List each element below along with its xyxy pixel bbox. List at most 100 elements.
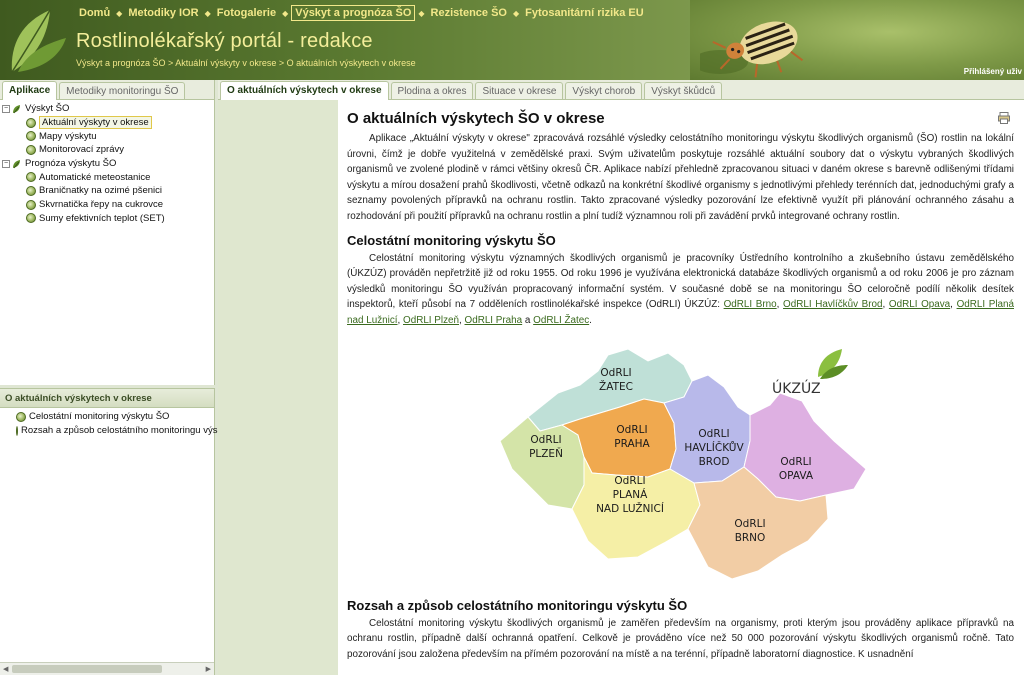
plant-folder-icon [13, 159, 20, 168]
plant-folder-icon [13, 104, 20, 114]
section-item-label: Rozsah a způsob celostátního monitoringu… [21, 425, 218, 437]
svg-text:NAD LUŽNICÍ: NAD LUŽNICÍ [596, 502, 664, 515]
separator: , [397, 314, 401, 326]
separator: , [459, 314, 462, 326]
nav-separator-icon: ◆ [418, 8, 425, 18]
nav-separator-icon: ◆ [116, 8, 123, 18]
link-odrli-havlickuv-brod[interactable]: OdRLI Havlíčkův Brod [783, 299, 882, 310]
section-heading-rozsah: Rozsah a způsob celostátního monitoringu… [347, 597, 688, 613]
applications-panel: Aplikace Metodiky monitoringu ŠO − Výskyt… [0, 80, 215, 385]
content-tab-4[interactable]: Výskyt škůdců [644, 82, 723, 99]
nav-link-5[interactable]: Fytosanitární rizika EU [522, 6, 647, 20]
tree-item-label: Automatické meteostanice [39, 171, 151, 183]
nav-link-2[interactable]: Fotogalerie [214, 6, 279, 20]
section-heading-monitoring: Celostátní monitoring výskytu ŠO [347, 232, 556, 248]
tree-leaf-icon [26, 144, 36, 155]
content-tab-2[interactable]: Situace v okrese [475, 82, 564, 99]
horizontal-scrollbar[interactable]: ◀ ▶ [0, 662, 214, 675]
content-area: O aktuálních výskytech ŠO v okrese Aplik… [218, 100, 1024, 675]
application-tree: − Výskyt ŠO Aktuální výskyty v okrese Mapy … [0, 100, 214, 225]
section-item-celostatni[interactable]: Celostátní monitoring výskytu ŠO [2, 410, 214, 424]
nav-link-3[interactable]: Výskyt a prognóza ŠO [291, 5, 416, 21]
tree-leaf-icon [26, 185, 36, 196]
page-title: Rostlinolékařský portál - redakce [76, 30, 373, 52]
tree-item-7[interactable]: Skvrnatička řepy na cukrovce [2, 198, 214, 212]
svg-text:OdRLI: OdRLI [616, 424, 647, 436]
tree-leaf-icon [26, 117, 36, 128]
section-panel-title: O aktuálních výskytech v okrese [0, 389, 214, 408]
tab-aplikace[interactable]: Aplikace [2, 81, 58, 100]
colorado-beetle-icon [700, 21, 804, 78]
tree-item-label: Skvrnatička řepy na cukrovce [39, 199, 164, 211]
period: . [589, 314, 592, 326]
svg-text:BRNO: BRNO [735, 532, 766, 544]
nav-link-4[interactable]: Rezistence ŠO [428, 6, 510, 20]
section-item-label: Celostátní monitoring výskytu ŠO [29, 411, 170, 423]
tree-item-label: Braničnatky na ozimé pšenici [39, 185, 163, 197]
separator: , [882, 299, 886, 311]
nav-link-1[interactable]: Metodiky IOR [125, 6, 201, 20]
tree-item-1[interactable]: Aktuální výskyty v okrese [2, 116, 214, 130]
breadcrumb: Výskyt a prognóza ŠO > Aktuální výskyty … [76, 58, 416, 68]
scroll-left-icon[interactable]: ◀ [3, 665, 8, 673]
section-item-rozsah[interactable]: Rozsah a způsob celostátního monitoringu… [2, 424, 218, 438]
link-odrli-praha[interactable]: OdRLI Praha [465, 315, 523, 326]
section-tree: Celostátní monitoring výskytu ŠO Rozsah … [0, 408, 218, 438]
nav-separator-icon: ◆ [512, 8, 520, 18]
svg-text:OPAVA: OPAVA [779, 470, 814, 482]
tree-item-5[interactable]: Automatické meteostanice [2, 170, 214, 184]
link-odrli-brno[interactable]: OdRLI Brno [724, 299, 777, 310]
ukzuz-logo-icon: ÚKZÚZ [772, 348, 848, 397]
print-icon[interactable] [998, 112, 1010, 124]
svg-text:OdRLI: OdRLI [780, 456, 811, 468]
tab-metodiky-monitoringu[interactable]: Metodiky monitoringu ŠO [59, 82, 186, 99]
svg-text:OdRLI: OdRLI [600, 367, 631, 379]
svg-text:OdRLI: OdRLI [614, 475, 645, 487]
separator: , [776, 299, 780, 311]
tree-leaf-icon [26, 172, 36, 183]
czech-map-svg: OdRLI ŽATEC OdRLI PRAHA OdRLI PLZEŇ OdRL… [499, 347, 867, 580]
content-tab-0[interactable]: O aktuálních výskytech v okrese [220, 81, 389, 100]
scrollbar-thumb[interactable] [12, 665, 162, 673]
monitoring-paragraph: Celostátní monitoring výskytu významných… [347, 251, 1014, 329]
rozsah-paragraph: Celostátní monitoring výskytu škodlivých… [347, 617, 1014, 660]
portal-header: Domů ◆ Metodiky IOR ◆ Fotogalerie ◆ Výskyt a p… [0, 0, 1024, 80]
tree-item-label: Mapy výskytu [39, 130, 97, 142]
tree-item-2[interactable]: Mapy výskytu [2, 129, 214, 143]
link-odrli-plzen[interactable]: OdRLI Plzeň [403, 315, 459, 326]
section-navigation-panel: O aktuálních výskytech v okrese Celostát… [0, 388, 218, 675]
tree-item-3[interactable]: Monitorovací zprávy [2, 143, 214, 157]
svg-text:OdRLI: OdRLI [734, 518, 765, 530]
svg-text:OdRLI: OdRLI [530, 434, 561, 446]
conjunction: a [524, 314, 531, 326]
left-tabbar: Aplikace Metodiky monitoringu ŠO [0, 80, 214, 100]
tree-item-8[interactable]: Sumy efektivních teplot (SET) [2, 212, 214, 226]
nav-separator-icon: ◆ [282, 8, 289, 18]
nav-link-0[interactable]: Domů [76, 6, 113, 20]
portal-logo-icon [11, 9, 66, 73]
logged-in-user-label[interactable]: Přihlášený uživ [964, 67, 1022, 76]
collapse-icon[interactable]: − [2, 104, 10, 113]
svg-text:PLZEŇ: PLZEŇ [529, 447, 563, 460]
svg-text:PRAHA: PRAHA [614, 438, 650, 450]
svg-text:PLANÁ: PLANÁ [613, 488, 648, 501]
link-odrli-opava[interactable]: OdRLI Opava [889, 299, 950, 310]
tree-item-label: Sumy efektivních teplot (SET) [39, 212, 165, 224]
tree-item-6[interactable]: Braničnatky na ozimé pšenici [2, 184, 214, 198]
svg-text:OdRLI: OdRLI [698, 428, 729, 440]
tree-item-4[interactable]: − Prognóza výskytu ŠO [2, 157, 214, 171]
tree-item-0[interactable]: − Výskyt ŠO [2, 102, 214, 116]
link-odrli-zatec[interactable]: OdRLI Žatec [533, 315, 589, 326]
scroll-right-icon[interactable]: ▶ [206, 665, 211, 673]
top-navigation: Domů ◆ Metodiky IOR ◆ Fotogalerie ◆ Výskyt a p… [76, 5, 647, 21]
tree-item-label: Prognóza výskytu ŠO [25, 158, 117, 170]
ukzuz-brand-text: ÚKZÚZ [772, 379, 821, 397]
odrli-regions-map: OdRLI ŽATEC OdRLI PRAHA OdRLI PLZEŇ OdRL… [488, 345, 888, 590]
tree-leaf-icon [26, 131, 36, 142]
content-tab-3[interactable]: Výskyt chorob [565, 82, 643, 99]
collapse-icon[interactable]: − [2, 159, 10, 168]
separator: , [950, 299, 953, 311]
article-title: O aktuálních výskytech ŠO v okrese [347, 110, 605, 127]
content-tab-1[interactable]: Plodina a okres [390, 82, 474, 99]
tree-leaf-icon [26, 199, 36, 210]
